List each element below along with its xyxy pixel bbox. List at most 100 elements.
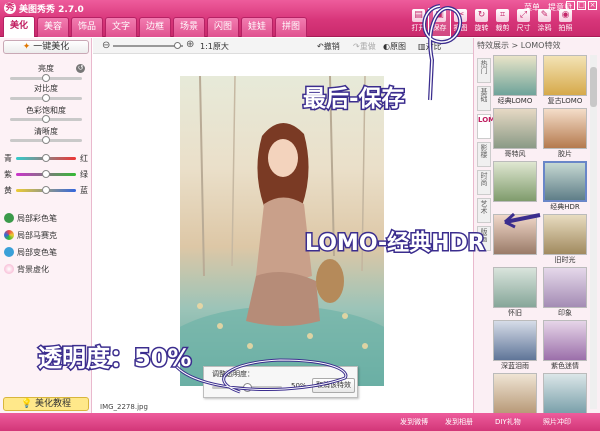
zoom-out-icon[interactable]: ⊖: [102, 40, 110, 51]
sharpness-slider[interactable]: [10, 136, 82, 144]
undo-label: 撤销: [323, 42, 340, 51]
photo-print-link[interactable]: 照片冲印: [543, 417, 571, 427]
contrast-knob[interactable]: [42, 94, 50, 102]
resize-button[interactable]: ⤢ 尺寸: [513, 9, 534, 36]
open-button[interactable]: ▤ 打开: [408, 9, 429, 36]
red-label: 红: [80, 154, 88, 163]
resize-icon: ⤢: [517, 9, 530, 22]
opacity-slider[interactable]: [212, 383, 282, 392]
doodle-button[interactable]: ✎ 涂鸦: [534, 9, 555, 36]
effect-thumbnail[interactable]: 胶片: [543, 108, 587, 161]
bulb-icon: 💡: [20, 399, 33, 409]
tab-beauty[interactable]: 美容: [37, 17, 69, 37]
effect-category-tab[interactable]: 艺术: [477, 198, 491, 223]
cyan-label: 青: [4, 154, 12, 163]
local-mosaic-brush[interactable]: 局部马赛克: [17, 230, 57, 241]
effect-thumbnail[interactable]: 深蓝泪雨: [493, 320, 537, 373]
tab-text[interactable]: 文字: [105, 17, 137, 37]
local-recolor-brush[interactable]: 局部变色笔: [17, 247, 57, 258]
title-bar: 秀 美图秀秀 2.7.0 菜单 提意见 – □ × 美化 美容 饰品 文字 边框…: [0, 0, 600, 37]
effect-thumbnail[interactable]: 旧时光: [543, 214, 587, 267]
one-click-label: 一键美化: [33, 42, 70, 52]
effect-thumbnail[interactable]: 复古LOMO: [543, 55, 587, 108]
actual-size-button[interactable]: 1:1原大: [200, 41, 229, 52]
effect-thumbnail[interactable]: 哥特风: [493, 108, 537, 161]
rotate-button[interactable]: ↻ 旋转: [471, 9, 492, 36]
redo-button[interactable]: ↷重做: [353, 41, 376, 52]
cyan-red-knob[interactable]: [42, 154, 50, 162]
share-weibo-link[interactable]: 发到微博: [400, 417, 428, 427]
effect-preview: [543, 267, 587, 308]
yellow-blue-slider[interactable]: [16, 186, 76, 194]
tab-collage[interactable]: 拼图: [275, 17, 307, 37]
tutorial-button[interactable]: 💡 美化教程: [3, 397, 89, 411]
effect-thumbnail[interactable]: 经典LOMO: [493, 55, 537, 108]
magenta-green-slider[interactable]: [16, 170, 76, 178]
zoom-in-icon[interactable]: ⊕: [186, 39, 194, 50]
effect-thumbnail[interactable]: 怀旧: [493, 267, 537, 320]
zoom-slider[interactable]: [113, 42, 183, 49]
cancel-effect-button[interactable]: 取消该特效: [312, 378, 355, 393]
close-icon[interactable]: ×: [588, 1, 597, 10]
one-click-beautify-button[interactable]: ✦ 一键美化: [3, 40, 89, 54]
tab-frame[interactable]: 边框: [139, 17, 171, 37]
original-button[interactable]: ◐原图: [383, 41, 406, 52]
saturation-knob[interactable]: [42, 115, 50, 123]
share-album-link[interactable]: 发到相册: [445, 417, 473, 427]
cutout-button[interactable]: ✂ 抠图: [450, 9, 471, 36]
compare-button[interactable]: ▥对比: [418, 41, 442, 52]
crop-label: 裁剪: [495, 24, 510, 32]
redo-icon: ↷: [353, 42, 360, 51]
effect-category-tab[interactable]: 热门: [477, 58, 491, 83]
scroll-thumb[interactable]: [590, 67, 597, 107]
effect-thumbnail[interactable]: [493, 161, 537, 214]
effect-thumbnail[interactable]: 经典HDR: [543, 161, 587, 214]
effect-thumbnail[interactable]: 印象: [543, 267, 587, 320]
tab-scene[interactable]: 场景: [173, 17, 205, 37]
doodle-label: 涂鸦: [537, 24, 552, 32]
effect-label: 印象: [558, 309, 572, 317]
reset-icon[interactable]: ↺: [76, 64, 85, 73]
effect-label: 紫色迷情: [551, 362, 579, 370]
contrast-label: 对比度: [34, 84, 58, 93]
camera-button[interactable]: ◉ 拍照: [555, 9, 576, 36]
opacity-knob[interactable]: [243, 383, 252, 392]
tab-flash[interactable]: 闪图: [207, 17, 239, 37]
effect-category-tab[interactable]: 基础: [477, 86, 491, 111]
effect-category-tab[interactable]: LOMO: [477, 114, 501, 139]
brightness-slider[interactable]: [10, 74, 82, 82]
magenta-green-knob[interactable]: [42, 170, 50, 178]
save-button[interactable]: ▣ 保存: [428, 8, 451, 37]
effects-scrollbar[interactable]: [590, 55, 597, 409]
sharpness-knob[interactable]: [42, 136, 50, 144]
rotate-icon: ↻: [475, 9, 488, 22]
background-blur-brush[interactable]: 背景虚化: [17, 264, 49, 275]
tab-doll[interactable]: 娃娃: [241, 17, 273, 37]
contrast-slider[interactable]: [10, 94, 82, 102]
resize-label: 尺寸: [516, 24, 531, 32]
effect-label: 经典LOMO: [497, 97, 533, 105]
saturation-slider[interactable]: [10, 115, 82, 123]
file-name: IMG_2278.jpg: [100, 403, 148, 411]
tab-beautify[interactable]: 美化: [3, 16, 35, 37]
tutorial-label: 美化教程: [35, 399, 72, 409]
app-logo: 秀: [4, 2, 16, 14]
undo-button[interactable]: ↶撤销: [317, 41, 340, 52]
cyan-red-slider[interactable]: [16, 154, 76, 162]
effect-preview: [543, 161, 587, 202]
effect-category-tab[interactable]: 时尚: [477, 170, 491, 195]
effect-thumbnail[interactable]: 紫色迷情: [543, 320, 587, 373]
maximize-icon[interactable]: □: [577, 1, 586, 10]
tab-accessories[interactable]: 饰品: [71, 17, 103, 37]
green-label: 绿: [80, 170, 88, 179]
zoom-knob[interactable]: [174, 42, 181, 49]
diy-gift-link[interactable]: DIY礼物: [495, 417, 521, 427]
effect-preview: [543, 55, 587, 96]
effect-thumbnail[interactable]: [493, 214, 537, 267]
crop-button[interactable]: ⌗ 裁剪: [492, 9, 513, 36]
local-color-brush[interactable]: 局部彩色笔: [17, 213, 57, 224]
yellow-blue-knob[interactable]: [42, 186, 50, 194]
effect-category-tab[interactable]: 影楼: [477, 142, 491, 167]
effect-preview: [543, 320, 587, 361]
brightness-knob[interactable]: [42, 74, 50, 82]
